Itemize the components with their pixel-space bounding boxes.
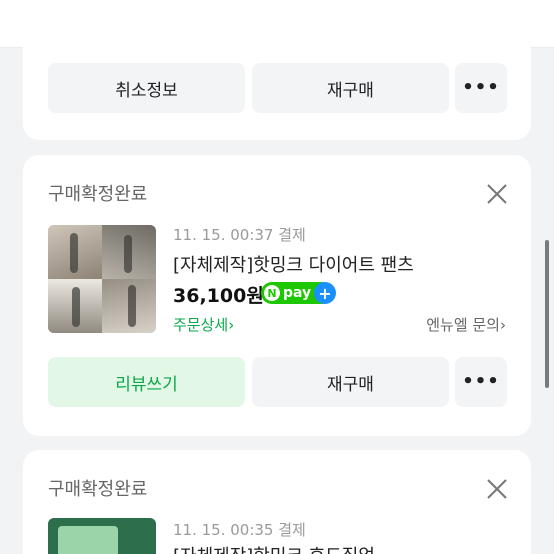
more-button[interactable]: ••• bbox=[455, 63, 507, 113]
npay-plus-icon: + bbox=[314, 282, 336, 304]
product-name[interactable]: [자체제작]핫밍크 후드집업 bbox=[173, 542, 375, 554]
order-detail-link[interactable]: 주문상세› bbox=[173, 314, 234, 335]
rebuy-button[interactable]: 재구매 bbox=[252, 63, 449, 113]
order-date: 11. 15. 00:37 결제 bbox=[173, 226, 306, 244]
order-status: 구매확정완료 bbox=[48, 184, 148, 205]
scrollbar[interactable] bbox=[545, 240, 549, 388]
cancel-info-button[interactable]: 취소정보 bbox=[48, 63, 245, 113]
close-icon[interactable] bbox=[486, 478, 508, 500]
close-icon[interactable] bbox=[486, 183, 508, 205]
product-name[interactable]: [자체제작]핫밍크 다이어트 팬츠 bbox=[173, 251, 414, 277]
order-card: 구매확정완료 11. 15. 00:37 결제 [자체제작]핫밍크 다이어트 팬… bbox=[23, 155, 531, 436]
seller-inquiry-link[interactable]: 엔뉴엘 문의› bbox=[426, 314, 506, 335]
order-status: 구매확정완료 bbox=[48, 479, 148, 500]
order-card: 구매확정완료 11. 15. 00:35 결제 [자체제작]핫밍크 후드집업 bbox=[23, 450, 531, 554]
order-card: 취소정보 재구매 ••• bbox=[23, 0, 531, 140]
order-date: 11. 15. 00:35 결제 bbox=[173, 521, 306, 539]
product-thumbnail[interactable] bbox=[48, 225, 156, 333]
npay-logo-icon: N bbox=[264, 285, 280, 301]
write-review-button[interactable]: 리뷰쓰기 bbox=[48, 357, 245, 407]
more-icon: ••• bbox=[462, 77, 500, 98]
product-price: 36,100원 bbox=[173, 285, 264, 307]
npay-label: pay bbox=[283, 285, 312, 301]
more-button[interactable]: ••• bbox=[455, 357, 507, 407]
product-thumbnail[interactable] bbox=[48, 518, 156, 554]
rebuy-button[interactable]: 재구매 bbox=[252, 357, 449, 407]
more-icon: ••• bbox=[462, 371, 500, 392]
